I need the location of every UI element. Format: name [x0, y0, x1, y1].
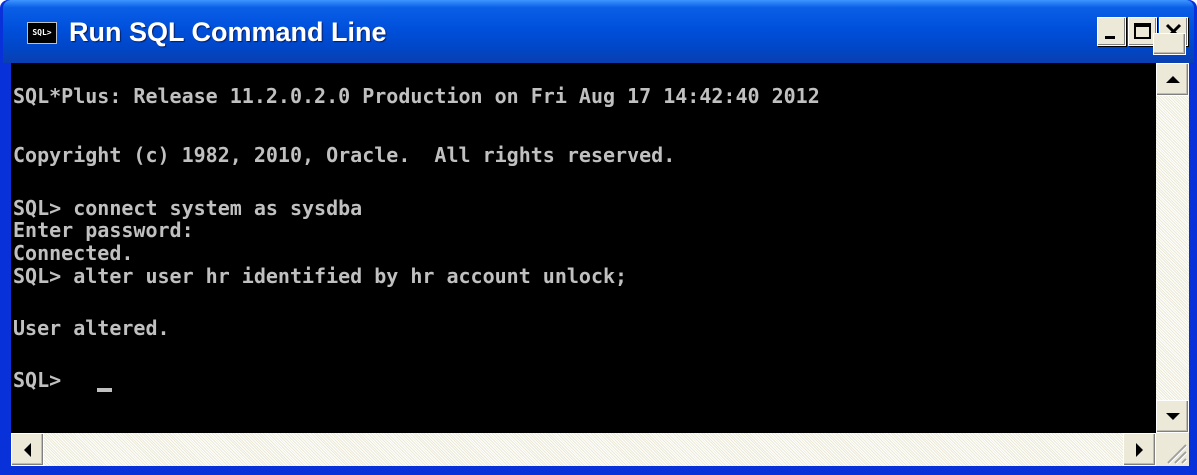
- horizontal-scrollbar[interactable]: [11, 433, 1156, 466]
- console-line: Copyright (c) 1982, 2010, Oracle. All ri…: [13, 143, 676, 167]
- console-line: SQL>: [13, 368, 74, 392]
- console-window: SQL> Run SQL Command Line SQL*Plus: Rele…: [0, 0, 1197, 475]
- scroll-down-button[interactable]: [1156, 400, 1189, 433]
- console-line: Enter password:: [13, 218, 194, 242]
- scroll-up-button[interactable]: [1156, 63, 1189, 96]
- vertical-scroll-thumb[interactable]: [1153, 33, 1186, 55]
- console-output[interactable]: SQL*Plus: Release 11.2.0.2.0 Production …: [11, 63, 1156, 433]
- vertical-scrollbar[interactable]: [1156, 63, 1189, 433]
- title-bar[interactable]: SQL> Run SQL Command Line: [3, 0, 1194, 63]
- arrow-up-icon: [1166, 76, 1180, 83]
- arrow-left-icon: [24, 443, 31, 457]
- minimize-icon: [1105, 36, 1115, 39]
- window-title: Run SQL Command Line: [69, 17, 387, 47]
- sql-console-icon[interactable]: SQL>: [27, 22, 57, 44]
- text-cursor: [97, 388, 112, 392]
- console-line: SQL> alter user hr identified by hr acco…: [13, 264, 628, 288]
- resize-grip[interactable]: [1156, 433, 1189, 466]
- scroll-right-button[interactable]: [1123, 433, 1156, 466]
- arrow-down-icon: [1166, 413, 1180, 420]
- resize-grip-icon: [1167, 444, 1188, 465]
- scroll-left-button[interactable]: [11, 433, 44, 466]
- console-line: User altered.: [13, 316, 170, 340]
- console-line: SQL*Plus: Release 11.2.0.2.0 Production …: [13, 84, 820, 108]
- maximize-icon: [1134, 23, 1151, 39]
- console-line: Connected.: [13, 241, 134, 265]
- minimize-button[interactable]: [1097, 17, 1126, 46]
- arrow-right-icon: [1136, 443, 1143, 457]
- console-line: SQL> connect system as sysdba: [13, 196, 363, 220]
